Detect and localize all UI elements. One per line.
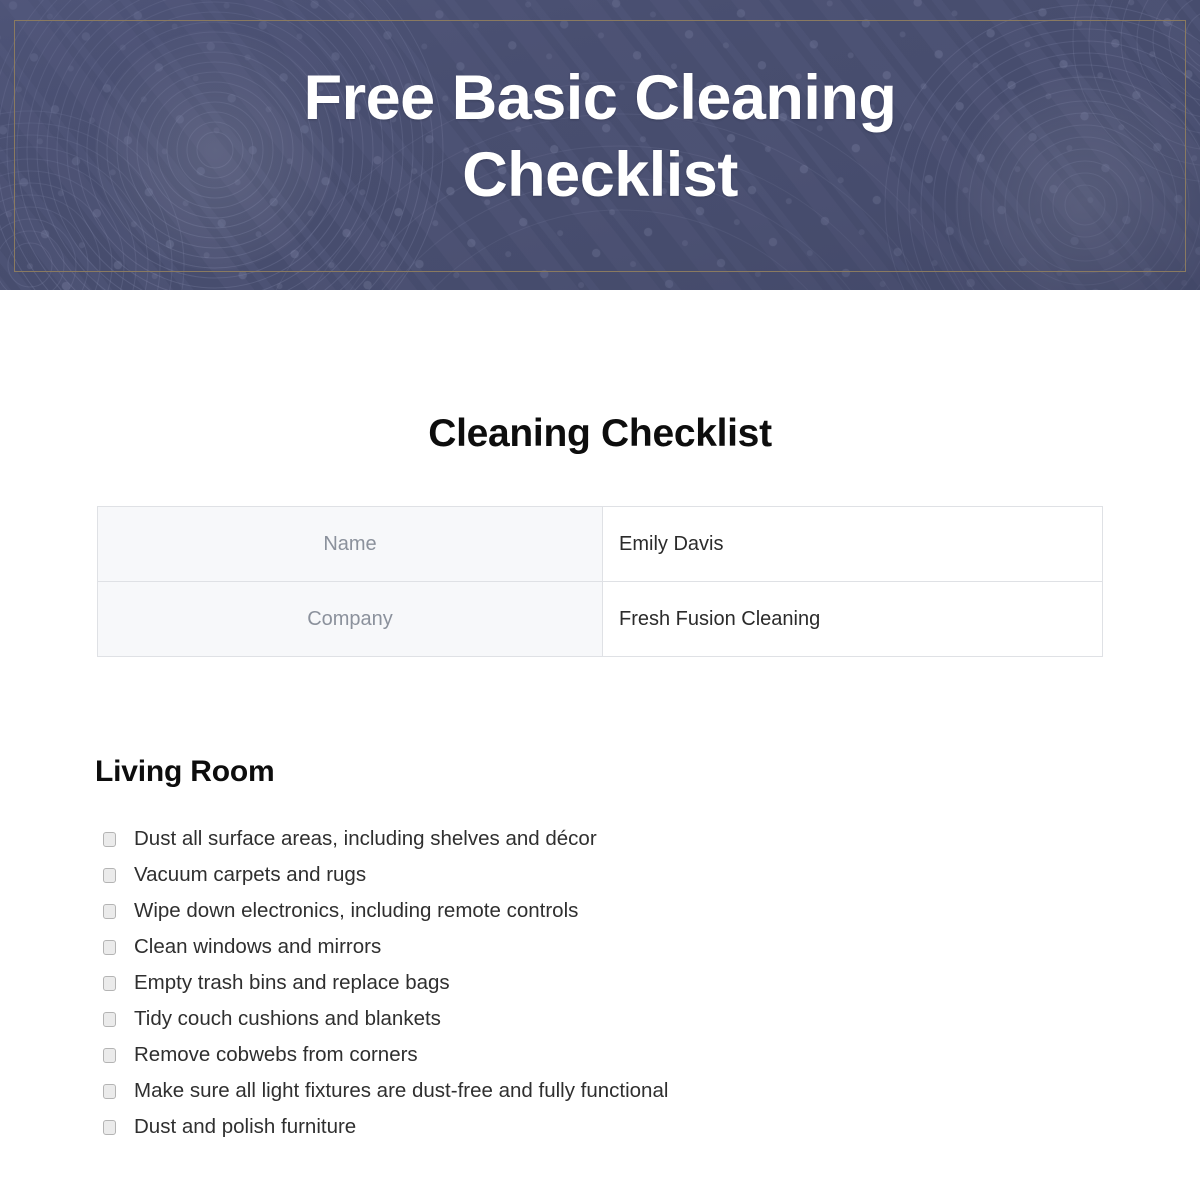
list-item[interactable]: Wipe down electronics, including remote … bbox=[95, 893, 1200, 929]
list-item[interactable]: Clean windows and mirrors bbox=[95, 929, 1200, 965]
checkbox-icon[interactable] bbox=[103, 939, 116, 955]
info-table-container: Name Emily Davis Company Fresh Fusion Cl… bbox=[97, 506, 1103, 657]
table-row: Company Fresh Fusion Cleaning bbox=[97, 581, 1103, 657]
list-item-label: Tidy couch cushions and blankets bbox=[134, 1006, 441, 1030]
table-row: Name Emily Davis bbox=[97, 506, 1103, 582]
list-item[interactable]: Dust all surface areas, including shelve… bbox=[95, 821, 1200, 857]
banner-title: Free Basic Cleaning Checklist bbox=[303, 63, 897, 210]
list-item-label: Empty trash bins and replace bags bbox=[134, 970, 450, 994]
info-table: Name Emily Davis Company Fresh Fusion Cl… bbox=[97, 506, 1103, 657]
list-item-label: Vacuum carpets and rugs bbox=[134, 862, 367, 886]
checkbox-icon[interactable] bbox=[103, 903, 116, 919]
section-heading-living-room: Living Room bbox=[95, 755, 275, 788]
checkbox-icon[interactable] bbox=[103, 1011, 116, 1027]
list-item-label: Make sure all light fixtures are dust-fr… bbox=[134, 1078, 669, 1102]
list-item[interactable]: Make sure all light fixtures are dust-fr… bbox=[95, 1073, 1200, 1109]
checkbox-icon[interactable] bbox=[103, 1119, 116, 1135]
checklist-living-room: Dust all surface areas, including shelve… bbox=[95, 821, 1200, 1145]
checkbox-icon[interactable] bbox=[103, 1083, 116, 1099]
list-item-label: Clean windows and mirrors bbox=[134, 934, 382, 958]
list-item-label: Wipe down electronics, including remote … bbox=[134, 898, 579, 922]
page-title-container: Cleaning Checklist bbox=[0, 290, 1200, 456]
list-item[interactable]: Empty trash bins and replace bags bbox=[95, 965, 1200, 1001]
list-item[interactable]: Tidy couch cushions and blankets bbox=[95, 1001, 1200, 1037]
list-item-label: Remove cobwebs from corners bbox=[134, 1042, 418, 1066]
list-item[interactable]: Vacuum carpets and rugs bbox=[95, 857, 1200, 893]
info-table-body: Name Emily Davis Company Fresh Fusion Cl… bbox=[97, 506, 1103, 657]
list-item-label: Dust all surface areas, including shelve… bbox=[134, 826, 597, 850]
checkbox-icon[interactable] bbox=[103, 867, 116, 883]
section-living-room: Living Room Dust all surface areas, incl… bbox=[0, 755, 1200, 1145]
page-title: Cleaning Checklist bbox=[428, 412, 772, 455]
document-body: Cleaning Checklist Name Emily Davis Comp… bbox=[0, 290, 1200, 1200]
checkbox-icon[interactable] bbox=[103, 975, 116, 991]
info-label-company: Company bbox=[97, 581, 603, 657]
info-value-name[interactable]: Emily Davis bbox=[602, 506, 1103, 582]
list-item[interactable]: Dust and polish furniture bbox=[95, 1109, 1200, 1145]
header-banner: Free Basic Cleaning Checklist bbox=[0, 0, 1200, 290]
checkbox-icon[interactable] bbox=[103, 1047, 116, 1063]
list-item-label: Dust and polish furniture bbox=[134, 1114, 357, 1138]
info-label-name: Name bbox=[97, 506, 603, 582]
checkbox-icon[interactable] bbox=[103, 831, 116, 847]
info-value-company[interactable]: Fresh Fusion Cleaning bbox=[602, 581, 1103, 657]
list-item[interactable]: Remove cobwebs from corners bbox=[95, 1037, 1200, 1073]
